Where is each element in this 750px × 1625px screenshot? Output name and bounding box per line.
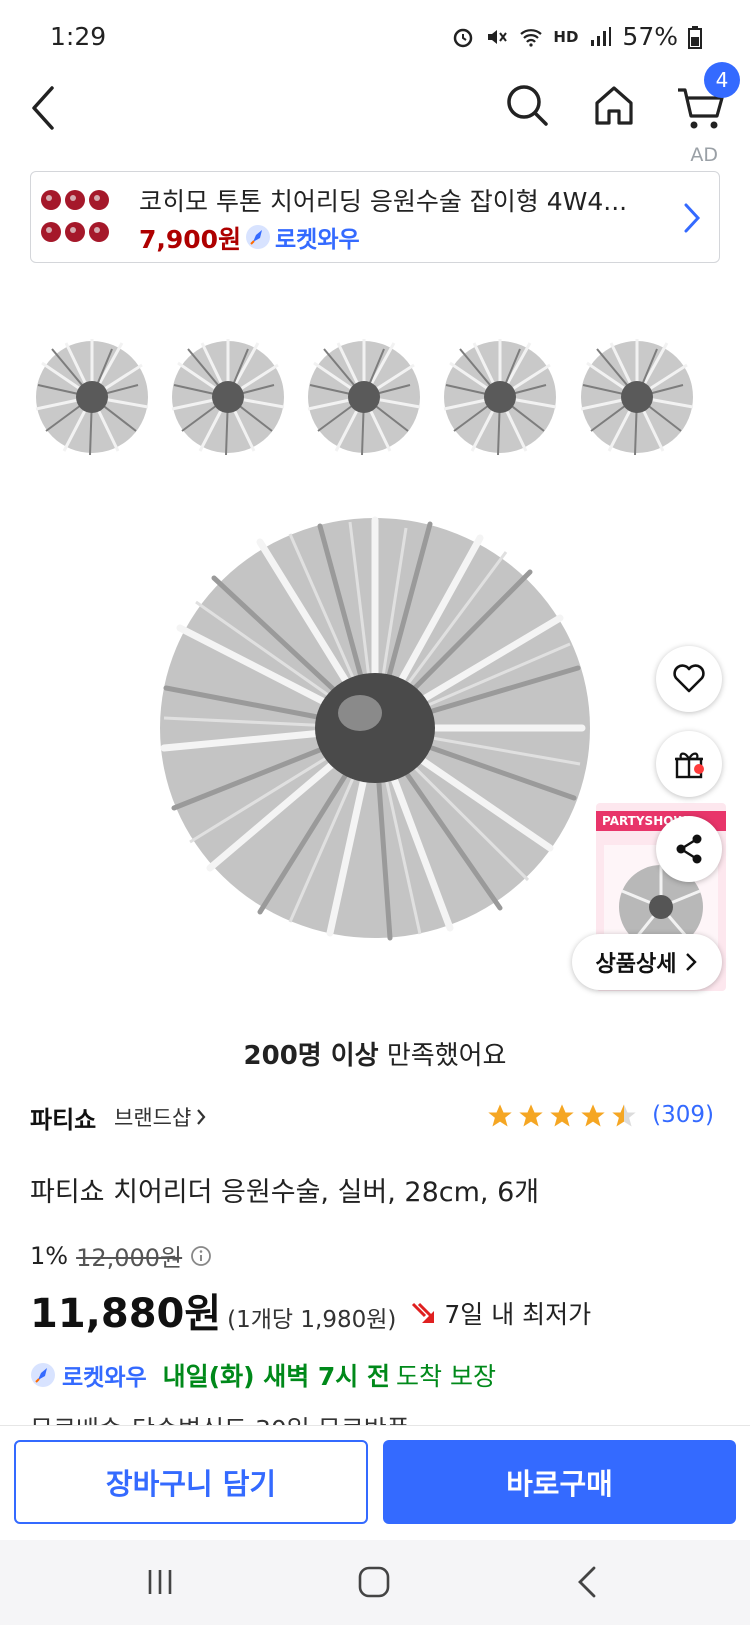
alarm-icon <box>454 28 473 47</box>
product-detail-button[interactable]: 상품상세 <box>572 934 722 990</box>
home-icon[interactable] <box>592 76 636 136</box>
ad-title: 코히모 투톤 치어리딩 응원수술 잡이형 4W4... <box>139 187 628 216</box>
original-price: 12,000원 <box>76 1244 183 1272</box>
chevron-right-icon <box>197 1109 206 1125</box>
product-title: 파티쇼 치어리더 응원수술, 실버, 28cm, 6개 <box>30 1177 540 1208</box>
top-nav: 4 <box>0 62 750 160</box>
arrival-time: 내일(화) 새벽 7시 전 <box>162 1362 390 1391</box>
silver-pompom-image <box>443 339 557 456</box>
lowest-price-badge: 7일 내 최저가 <box>410 1295 591 1331</box>
ad-banner[interactable]: 코히모 투톤 치어리딩 응원수술 잡이형 4W4... 7,900원 로켓와우 <box>30 171 720 263</box>
rocket-icon <box>31 1363 55 1387</box>
review-count[interactable]: (309) <box>652 1102 714 1128</box>
unit-price: (1개당 1,980원) <box>227 1307 397 1333</box>
silver-pompom-image <box>35 339 149 456</box>
cart-count-badge: 4 <box>704 62 740 98</box>
brand-name[interactable]: 파티쇼 <box>30 1100 96 1135</box>
discount-row: 1% 12,000원 <box>30 1238 720 1273</box>
info-icon[interactable] <box>190 1245 212 1267</box>
back-button-icon[interactable] <box>568 1562 608 1602</box>
free-return-label: 단순변심도 30일 무료반품 <box>132 1410 410 1426</box>
ad-rocket-badge: 로켓와우 <box>245 220 360 254</box>
rocket-icon <box>246 225 270 249</box>
arrival-guarantee: 도착 보장 <box>396 1362 496 1391</box>
hd-voice-label: HD <box>553 27 579 46</box>
satisfaction-text: 200명 이상 만족했어요 <box>0 1035 750 1072</box>
free-shipping-label: 무료배송 <box>30 1410 122 1426</box>
ad-rocket-label: 로켓와우 <box>275 227 360 253</box>
bottom-action-bar: 장바구니 담기 바로구매 <box>0 1425 750 1540</box>
final-price-row: 11,880원 (1개당 1,980원) 7일 내 최저가 <box>30 1281 720 1339</box>
product-thumbnail-row <box>30 335 720 460</box>
ad-product-thumbnail <box>41 190 109 242</box>
brand-shop-label: 브랜드샵 <box>114 1106 192 1130</box>
star-full-icon <box>519 1104 543 1127</box>
back-arrow-icon[interactable] <box>24 84 64 132</box>
discount-rate: 1% <box>30 1241 69 1270</box>
share-icon <box>676 834 702 864</box>
add-to-cart-button[interactable]: 장바구니 담기 <box>14 1440 368 1524</box>
shipping-info-row: 무료배송 단순변심도 30일 무료반품 <box>30 1410 410 1426</box>
share-button[interactable] <box>656 816 722 882</box>
heart-icon <box>673 664 705 693</box>
star-full-icon <box>581 1104 605 1127</box>
ad-label: AD <box>690 144 718 166</box>
status-bar: 1:29 HD 57% <box>0 0 750 70</box>
status-icons: HD 57% <box>451 22 702 51</box>
star-full-icon <box>550 1104 574 1127</box>
home-button-icon[interactable] <box>354 1562 394 1602</box>
recent-apps-icon[interactable] <box>140 1562 180 1602</box>
battery-percent: 57% <box>622 22 678 51</box>
product-detail-label: 상품상세 <box>595 952 677 977</box>
buy-now-button[interactable]: 바로구매 <box>383 1440 736 1524</box>
wishlist-button[interactable] <box>656 646 722 712</box>
delivery-row: 로켓와우 내일(화) 새벽 7시 전 도착 보장 <box>30 1357 496 1393</box>
gift-icon <box>675 752 704 779</box>
gift-button[interactable] <box>656 731 722 797</box>
mute-icon <box>488 29 508 44</box>
battery-icon <box>688 25 702 49</box>
wifi-icon <box>520 28 543 47</box>
chevron-right-icon <box>684 203 701 233</box>
silver-pompom-image <box>171 339 285 456</box>
brand-row: 파티쇼 브랜드샵 (309) <box>30 1100 720 1140</box>
signal-icon <box>591 26 612 46</box>
silver-pompom-image <box>307 339 421 456</box>
satisfaction-rest: 만족했어요 <box>378 1041 507 1071</box>
brand-shop-link[interactable]: 브랜드샵 <box>114 1102 207 1132</box>
system-nav-bar <box>0 1540 750 1625</box>
silver-pompom-image <box>580 339 694 456</box>
chevron-right-icon <box>686 953 698 971</box>
price-block: 1% 12,000원 11,880원 (1개당 1,980원) 7일 내 최저가 <box>30 1238 720 1339</box>
lowest-price-label: 7일 내 최저가 <box>444 1300 592 1329</box>
rating-stars[interactable] <box>486 1102 638 1130</box>
down-arrow-icon <box>412 1302 435 1323</box>
ad-price: 7,900원 <box>139 225 242 254</box>
star-half-icon <box>612 1104 636 1127</box>
star-full-icon <box>488 1104 512 1127</box>
final-price: 11,880원 <box>30 1291 222 1337</box>
main-product-image[interactable] <box>150 508 600 948</box>
rocket-wow-label: 로켓와우 <box>62 1365 147 1391</box>
status-time: 1:29 <box>50 22 107 51</box>
satisfaction-count: 200명 이상 <box>243 1041 379 1071</box>
search-icon[interactable] <box>505 76 549 136</box>
